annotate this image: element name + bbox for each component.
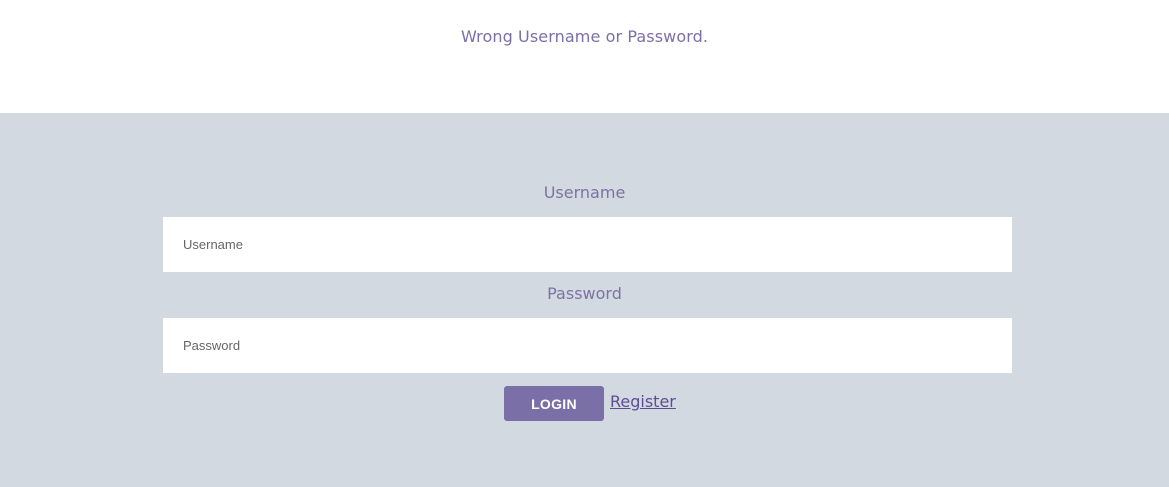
username-input[interactable] [163, 217, 1012, 272]
error-banner: Wrong Username or Password. [0, 0, 1169, 113]
login-form: Username Password LOGIN Register [0, 113, 1169, 487]
error-message: Wrong Username or Password. [460, 27, 709, 46]
register-link[interactable]: Register [610, 392, 676, 411]
password-input[interactable] [163, 318, 1012, 373]
username-label: Username [543, 183, 626, 202]
login-button[interactable]: LOGIN [504, 386, 604, 421]
password-label: Password [547, 284, 622, 303]
